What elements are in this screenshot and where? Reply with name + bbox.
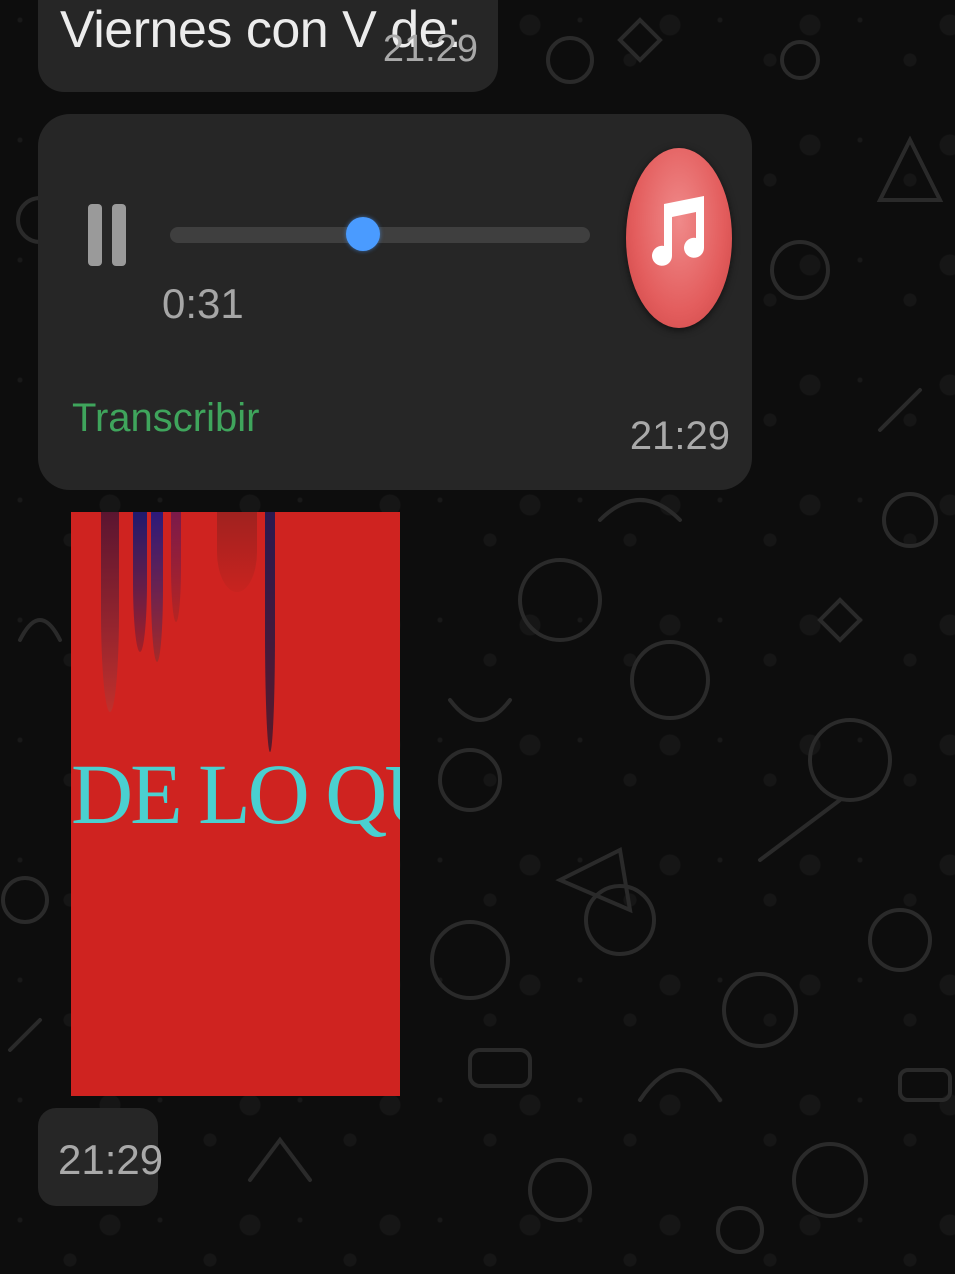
poster-drip xyxy=(217,512,257,592)
poster-title: DE LO QUE xyxy=(71,746,400,842)
chat-background: Viernes con V de: 21:29 0:31 Transcribir… xyxy=(0,0,955,1274)
poster-drip xyxy=(133,512,147,652)
text-message-bubble[interactable]: Viernes con V de: 21:29 xyxy=(38,0,498,92)
poster-drip xyxy=(151,512,163,662)
audio-elapsed-time: 0:31 xyxy=(162,280,244,327)
music-note-icon xyxy=(652,196,704,266)
image-timestamp: 21:29 xyxy=(58,1136,164,1183)
transcribe-button[interactable]: Transcribir xyxy=(72,396,259,441)
audio-progress-slider[interactable] xyxy=(170,217,590,251)
audio-timestamp: 21:29 xyxy=(629,414,730,458)
poster-drip xyxy=(101,512,119,712)
poster-drip xyxy=(171,512,181,622)
poster-drip xyxy=(265,512,275,752)
audio-message-bubble[interactable]: 0:31 Transcribir 21:29 xyxy=(38,114,752,490)
image-timestamp-pill: 21:29 xyxy=(38,1108,163,1206)
pause-button[interactable] xyxy=(86,202,130,268)
image-message[interactable]: DE LO QUE xyxy=(71,512,400,1096)
audio-progress-knob[interactable] xyxy=(346,217,381,251)
music-avatar xyxy=(626,146,734,328)
pause-icon xyxy=(88,204,102,266)
message-timestamp: 21:29 xyxy=(382,28,478,70)
